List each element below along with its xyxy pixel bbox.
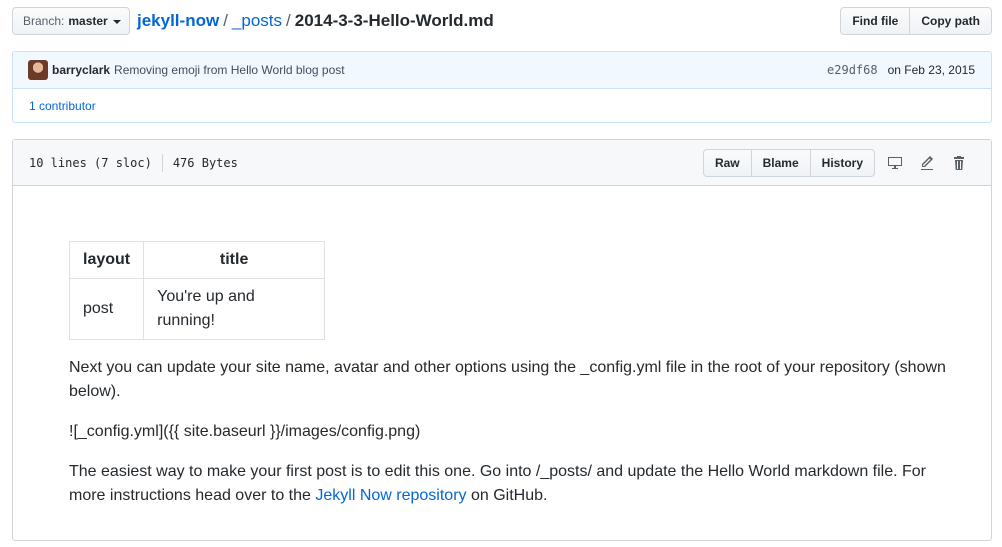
table-row: post You're up and running!: [68, 278, 326, 340]
history-button[interactable]: History: [809, 149, 875, 177]
breadcrumb-separator: /: [223, 11, 228, 30]
table-header-cell: layout: [68, 241, 145, 279]
paragraph: ![_config.yml]({{ site.baseurl }}/images…: [69, 423, 421, 440]
table-header-row: layout title: [68, 241, 326, 279]
file-actions: Raw Blame History: [702, 149, 975, 177]
branch-label: Branch:: [23, 14, 65, 28]
blame-button[interactable]: Blame: [750, 149, 811, 177]
table-header-cell: title: [143, 241, 326, 279]
file-size: 476 Bytes: [172, 155, 238, 170]
trash-icon[interactable]: [943, 149, 975, 177]
commit-meta: e29df68 on Feb 23, 2015: [827, 63, 975, 77]
front-matter-table: layout title post You're up and running!: [68, 241, 326, 340]
paragraph: Next you can update your site name, avat…: [69, 359, 946, 400]
commit-tease: barryclark Removing emoji from Hello Wor…: [12, 51, 992, 123]
avatar[interactable]: [28, 60, 48, 80]
table-cell: You're up and running!: [143, 278, 326, 340]
file-info: 10 lines (7 sloc) 476 Bytes: [29, 153, 238, 172]
find-file-button[interactable]: Find file: [840, 7, 911, 35]
commit-sha-link[interactable]: e29df68: [827, 63, 878, 77]
desktop-icon[interactable]: [879, 149, 911, 177]
paragraph-text: on GitHub.: [466, 487, 548, 504]
commit-header: barryclark Removing emoji from Hello Wor…: [13, 52, 991, 89]
file-nav-buttons: Find file Copy path: [840, 7, 992, 35]
pencil-icon[interactable]: [911, 149, 943, 177]
branch-value: master: [68, 14, 108, 28]
breadcrumb: jekyll-now / _posts / 2014-3-3-Hello-Wor…: [137, 11, 494, 31]
copy-path-button[interactable]: Copy path: [909, 7, 992, 35]
branch-select-button[interactable]: Branch: master: [12, 7, 130, 35]
breadcrumb-separator: /: [286, 11, 291, 30]
paragraph: The easiest way to make your first post …: [69, 460, 949, 508]
breadcrumb-file-name: 2014-3-3-Hello-World.md: [294, 11, 494, 30]
commit-author-link[interactable]: barryclark: [52, 63, 110, 77]
file-info-divider: [161, 153, 163, 172]
contributors-row: 1 contributor: [13, 89, 991, 122]
raw-button[interactable]: Raw: [702, 149, 752, 177]
file-box: 10 lines (7 sloc) 476 Bytes Raw Blame Hi…: [12, 139, 992, 541]
file-header: 10 lines (7 sloc) 476 Bytes Raw Blame Hi…: [13, 140, 991, 186]
file-view-buttons: Raw Blame History: [702, 149, 875, 177]
commit-date: on Feb 23, 2015: [887, 63, 975, 77]
table-cell: post: [68, 278, 145, 340]
rendered-markdown: layout title post You're up and running!…: [68, 241, 949, 524]
breadcrumb-repo-link[interactable]: jekyll-now: [137, 11, 219, 31]
jekyll-now-repository-link[interactable]: Jekyll Now repository: [315, 487, 466, 504]
file-navigation: Branch: master jekyll-now / _posts / 201…: [12, 6, 992, 36]
commit-message-link[interactable]: Removing emoji from Hello World blog pos…: [114, 63, 345, 77]
caret-down-icon: [112, 20, 121, 24]
breadcrumb-folder-link[interactable]: _posts: [232, 11, 282, 31]
file-line-count: 10 lines (7 sloc): [29, 155, 152, 170]
contributors-link[interactable]: 1 contributor: [29, 99, 96, 113]
